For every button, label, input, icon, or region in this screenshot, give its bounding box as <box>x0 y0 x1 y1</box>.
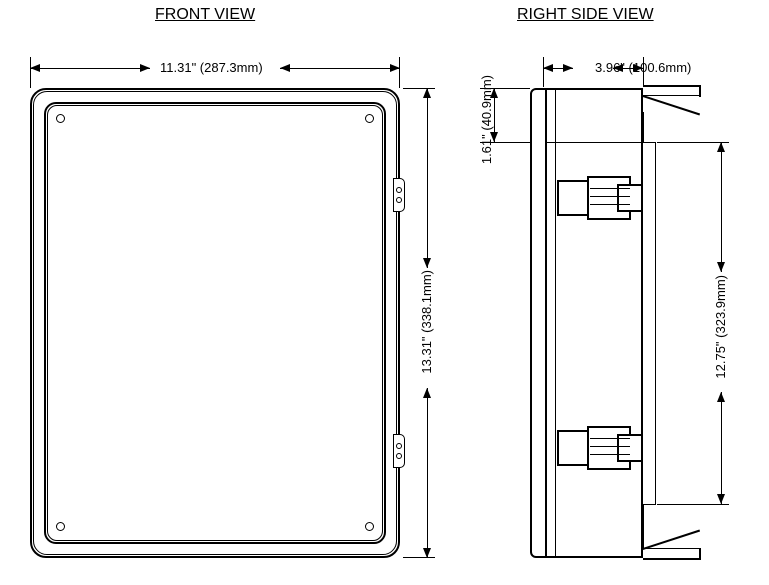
dimension-arrow <box>721 142 722 272</box>
side-recess-line <box>643 112 644 142</box>
front-width-dim: 11.31" (287.3mm) <box>160 60 263 75</box>
screw-hole <box>365 114 374 123</box>
side-recess-line <box>643 504 644 548</box>
extension-line <box>657 504 729 505</box>
screw-hole <box>56 522 65 531</box>
side-height-dim: 12.75" (323.9mm) <box>713 275 728 379</box>
extension-line <box>543 57 544 87</box>
side-flange-offset-dim: 1.61" (40.9mm) <box>479 75 494 164</box>
extension-line <box>399 57 400 88</box>
extension-line <box>30 57 31 88</box>
front-latch-top <box>393 178 405 212</box>
right-side-view-title: RIGHT SIDE VIEW <box>517 6 654 24</box>
front-height-dim: 13.31" (338.1mm) <box>419 270 434 374</box>
side-body-edge <box>555 88 556 558</box>
dimension-arrow <box>427 88 428 268</box>
screw-hole <box>56 114 65 123</box>
side-body <box>543 88 643 558</box>
front-latch-bottom <box>393 434 405 468</box>
side-latch-bottom <box>557 422 643 474</box>
dimension-arrow <box>543 68 573 69</box>
front-view-title: FRONT VIEW <box>155 6 255 24</box>
dimension-arrow <box>280 68 400 69</box>
extension-line <box>480 142 645 143</box>
dimension-arrow <box>721 392 722 504</box>
side-recess-line <box>643 504 656 505</box>
dimension-arrow <box>494 88 495 142</box>
front-cover-inner <box>47 105 383 541</box>
side-lid-lip <box>530 88 547 558</box>
side-recess-line <box>655 142 656 504</box>
screw-hole <box>365 522 374 531</box>
dimension-arrow <box>30 68 150 69</box>
dimension-arrow <box>427 388 428 558</box>
side-depth-dim: 3.96" (100.6mm) <box>595 60 691 75</box>
side-latch-top <box>557 172 643 224</box>
